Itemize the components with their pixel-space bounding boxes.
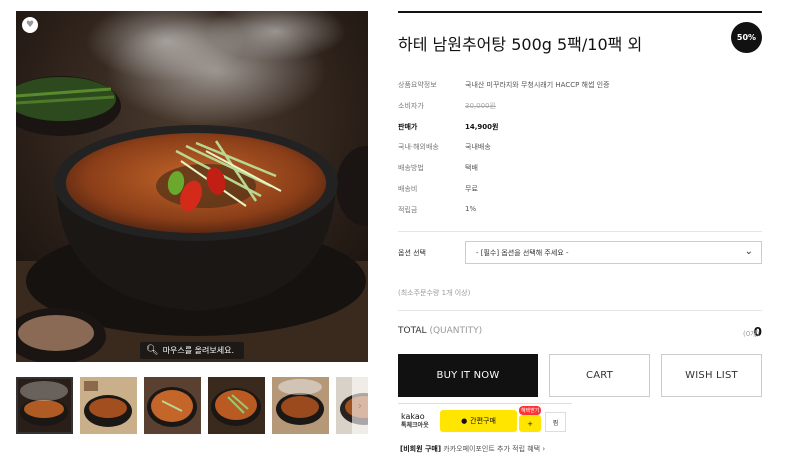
chevron-down-icon: ⌄ xyxy=(744,246,753,257)
product-title: 하테 남원추어탕 500g 5팩/10팩 외 xyxy=(398,35,643,54)
speech-bubble-icon: ● xyxy=(461,417,468,425)
chevron-right-icon: › xyxy=(542,445,546,453)
thumbnail-3[interactable] xyxy=(144,377,201,434)
kakao-pay-button[interactable]: ● 간편구매 xyxy=(440,410,517,432)
discount-badge: 50% xyxy=(731,22,762,53)
option-select[interactable]: - [필수] 옵션을 선택해 주세요 - ⌄ xyxy=(465,241,762,264)
info-label: 국내·해외배송 xyxy=(398,143,439,151)
info-label: 적립금 xyxy=(398,206,418,214)
magnifier-icon: 🔍︎ xyxy=(145,344,159,356)
info-value: 국내산 미꾸라지와 무청시래기 HACCP 해썹 인증 xyxy=(465,81,610,89)
divider xyxy=(398,310,762,311)
total-quantity-label: (QUANTITY) xyxy=(429,326,483,336)
cart-button[interactable]: CART xyxy=(549,354,650,397)
info-value: 14,900원 xyxy=(465,123,499,131)
wish-list-button[interactable]: WISH LIST xyxy=(661,354,762,397)
kakao-brand: kakao xyxy=(401,412,425,421)
min-quantity-note: (최소주문수량 1개 이상) xyxy=(398,289,471,297)
info-value: 1% xyxy=(465,205,477,213)
thumbnail-2[interactable] xyxy=(80,377,137,434)
info-value: 30,000원 xyxy=(465,102,496,110)
wishlist-heart-button[interactable]: ♥ xyxy=(22,17,38,33)
thumbnail-strip: › xyxy=(16,377,368,434)
benefit-badge: 혜택받기 xyxy=(519,406,542,415)
kakao-logo: kakao 톡체크아웃 xyxy=(401,412,429,430)
info-label: 배송비 xyxy=(398,185,418,193)
info-label: 배송방법 xyxy=(398,164,424,172)
info-value: 국내배송 xyxy=(465,143,491,151)
thumbnail-5[interactable] xyxy=(272,377,329,434)
info-label: 소비자가 xyxy=(398,102,424,110)
kakao-checkout: kakao 톡체크아웃 ● 간편구매 혜택받기 + 찜 xyxy=(398,404,572,438)
total-unit: (0개) xyxy=(743,330,760,338)
zoom-hint-text: 마우스를 올려보세요. xyxy=(162,346,235,355)
stew-photo xyxy=(16,11,368,362)
nonmember-benefit-link[interactable]: [비회원 구매] 카카오페이포인트 추가 적립 혜택 › xyxy=(400,444,545,454)
divider xyxy=(398,231,762,232)
info-value: 무료 xyxy=(465,185,478,193)
buy-now-button[interactable]: BUY IT NOW xyxy=(398,354,538,397)
option-label: 옵션 선택 xyxy=(398,249,426,257)
thumbnail-next-button[interactable]: › xyxy=(352,377,368,434)
kakao-plus-button[interactable]: + xyxy=(519,415,541,432)
chevron-right-icon: › xyxy=(357,399,363,412)
nonmember-text: 카카오페이포인트 추가 적립 혜택 xyxy=(443,445,541,453)
kakao-wish-button[interactable]: 찜 xyxy=(545,412,566,432)
title-divider xyxy=(398,11,762,13)
info-label: 판매가 xyxy=(398,123,418,131)
total-label: TOTAL (QUANTITY) xyxy=(398,326,482,336)
nonmember-prefix: [비회원 구매] xyxy=(400,445,442,453)
kakao-plus-label: + xyxy=(527,419,533,428)
thumbnail-1[interactable] xyxy=(16,377,73,434)
info-value: 택배 xyxy=(465,164,478,172)
zoom-hint: 🔍︎ 마우스를 올려보세요. xyxy=(139,342,245,359)
kakao-brand-sub: 톡체크아웃 xyxy=(401,422,429,429)
kakao-pay-label: 간편구매 xyxy=(470,417,496,425)
info-label: 상품요약정보 xyxy=(398,81,437,89)
thumbnail-4[interactable] xyxy=(208,377,265,434)
option-select-value: - [필수] 옵션을 선택해 주세요 - xyxy=(476,248,569,257)
total-text: TOTAL xyxy=(398,326,427,336)
heart-icon: ♥ xyxy=(25,19,35,30)
product-main-image[interactable]: ♥ 🔍︎ 마우스를 올려보세요. xyxy=(16,11,368,362)
